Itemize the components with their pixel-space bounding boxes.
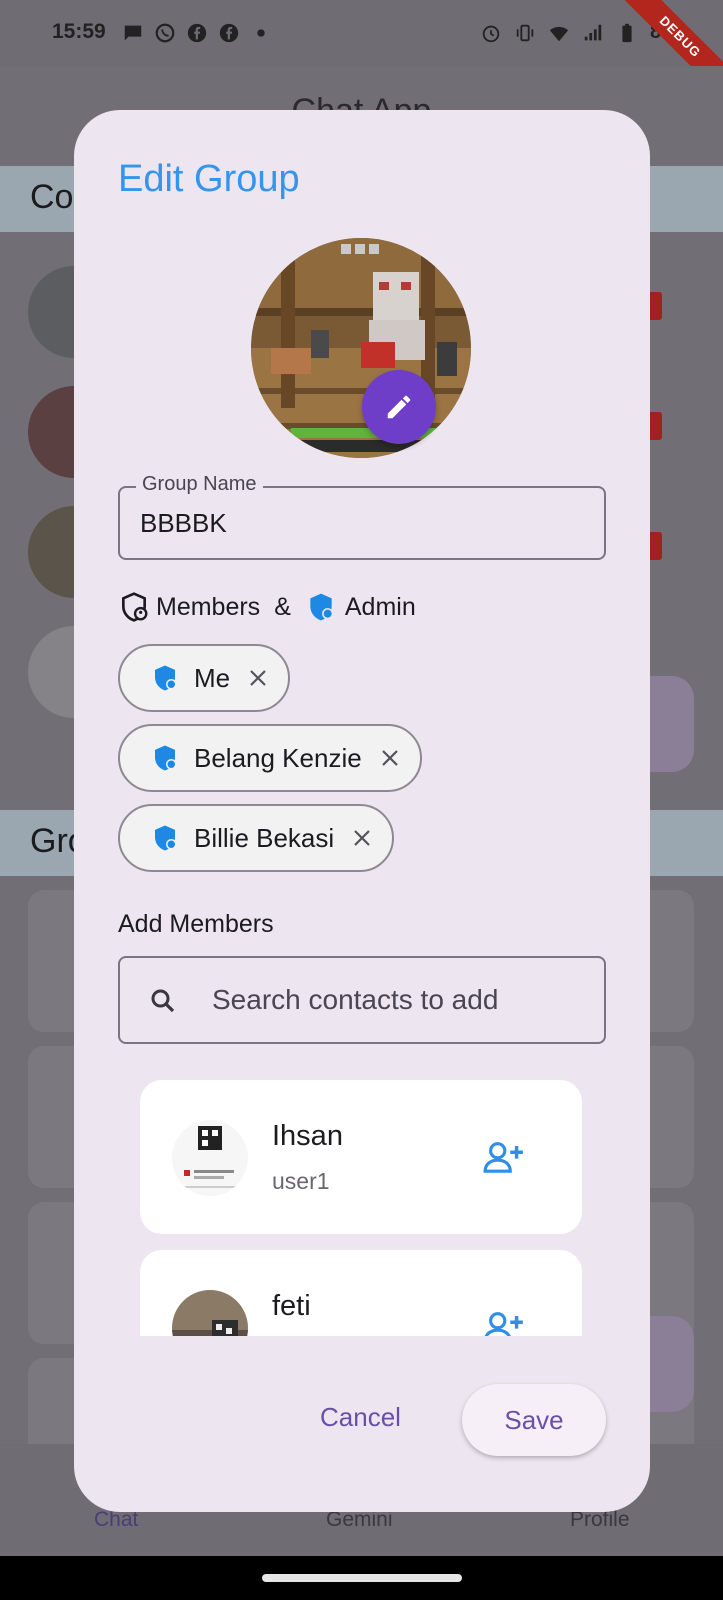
add-members-title: Add Members bbox=[118, 910, 274, 938]
edit-avatar-button[interactable] bbox=[362, 370, 436, 444]
facebook-icon bbox=[219, 23, 239, 43]
admin-shield-icon bbox=[310, 593, 334, 621]
contact-avatar bbox=[172, 1120, 248, 1196]
contact-avatar-image bbox=[172, 1290, 248, 1336]
group-avatar[interactable] bbox=[251, 238, 471, 458]
alarm-icon bbox=[482, 25, 500, 42]
admin-legend-label: Admin bbox=[344, 592, 416, 621]
search-icon bbox=[151, 989, 175, 1013]
add-person-icon[interactable] bbox=[482, 1308, 526, 1336]
contact-avatar bbox=[172, 1290, 248, 1336]
battery-icon bbox=[622, 23, 632, 42]
member-name: Belang Kenzie bbox=[194, 742, 362, 773]
facebook-icon bbox=[187, 23, 207, 43]
members-legend-label: Members bbox=[156, 592, 261, 621]
remove-member-icon[interactable] bbox=[246, 666, 270, 690]
remove-member-icon[interactable] bbox=[350, 826, 374, 850]
group-avatar-image bbox=[251, 238, 471, 458]
group-name-label: Group Name bbox=[136, 473, 263, 496]
home-gesture-bar[interactable] bbox=[262, 1574, 462, 1582]
member-chip[interactable]: Me bbox=[118, 644, 291, 712]
members-legend: Members & Admin bbox=[118, 590, 416, 624]
contact-results-list[interactable]: Ihsan user1 feti bbox=[74, 1080, 650, 1336]
member-chip[interactable]: Belang Kenzie bbox=[118, 724, 422, 792]
vibrate-icon bbox=[516, 24, 534, 41]
admin-shield-icon bbox=[155, 665, 177, 691]
dialog-title: Edit Group bbox=[118, 158, 300, 200]
dialog-actions: Cancel Save bbox=[74, 1384, 650, 1456]
contact-card[interactable]: feti bbox=[140, 1250, 582, 1336]
system-navigation-bar bbox=[0, 1556, 723, 1600]
status-time: 15:59 bbox=[52, 20, 106, 43]
group-name-value[interactable]: BBBBK bbox=[140, 508, 227, 539]
admin-shield-icon bbox=[155, 825, 177, 851]
member-name: Billie Bekasi bbox=[194, 822, 335, 853]
contact-card[interactable]: Ihsan user1 bbox=[140, 1080, 582, 1234]
edit-group-dialog: Edit Group Group Name BBBBK Members & Ad… bbox=[74, 110, 650, 1512]
member-chip[interactable]: Billie Bekasi bbox=[118, 804, 395, 872]
group-name-field[interactable]: Group Name BBBBK bbox=[118, 473, 606, 560]
wifi-icon bbox=[549, 26, 569, 41]
status-bar: 15:59 88 DEBUG bbox=[0, 0, 723, 107]
remove-member-icon[interactable] bbox=[378, 746, 402, 770]
search-input[interactable] bbox=[212, 978, 592, 1022]
notification-icons bbox=[122, 22, 272, 44]
cancel-button[interactable]: Cancel bbox=[320, 1402, 401, 1433]
save-button[interactable]: Save bbox=[462, 1384, 606, 1456]
signal-icon bbox=[584, 24, 602, 40]
contact-name: feti bbox=[272, 1290, 311, 1322]
legend-ampersand: & bbox=[274, 592, 291, 621]
contact-name: Ihsan bbox=[272, 1120, 343, 1152]
member-name: Me bbox=[194, 662, 231, 693]
dot-icon bbox=[257, 29, 265, 37]
system-icons: 88 bbox=[480, 21, 672, 44]
member-shield-icon bbox=[122, 592, 148, 622]
pencil-icon bbox=[387, 395, 411, 419]
whatsapp-icon bbox=[155, 23, 175, 43]
search-field[interactable] bbox=[118, 956, 606, 1044]
message-icon bbox=[124, 25, 142, 41]
contacts-header-label: Co bbox=[30, 178, 74, 216]
add-person-icon[interactable] bbox=[482, 1138, 526, 1176]
admin-shield-icon bbox=[155, 745, 177, 771]
contact-avatar-image bbox=[172, 1120, 248, 1196]
contact-username: user1 bbox=[272, 1168, 330, 1194]
